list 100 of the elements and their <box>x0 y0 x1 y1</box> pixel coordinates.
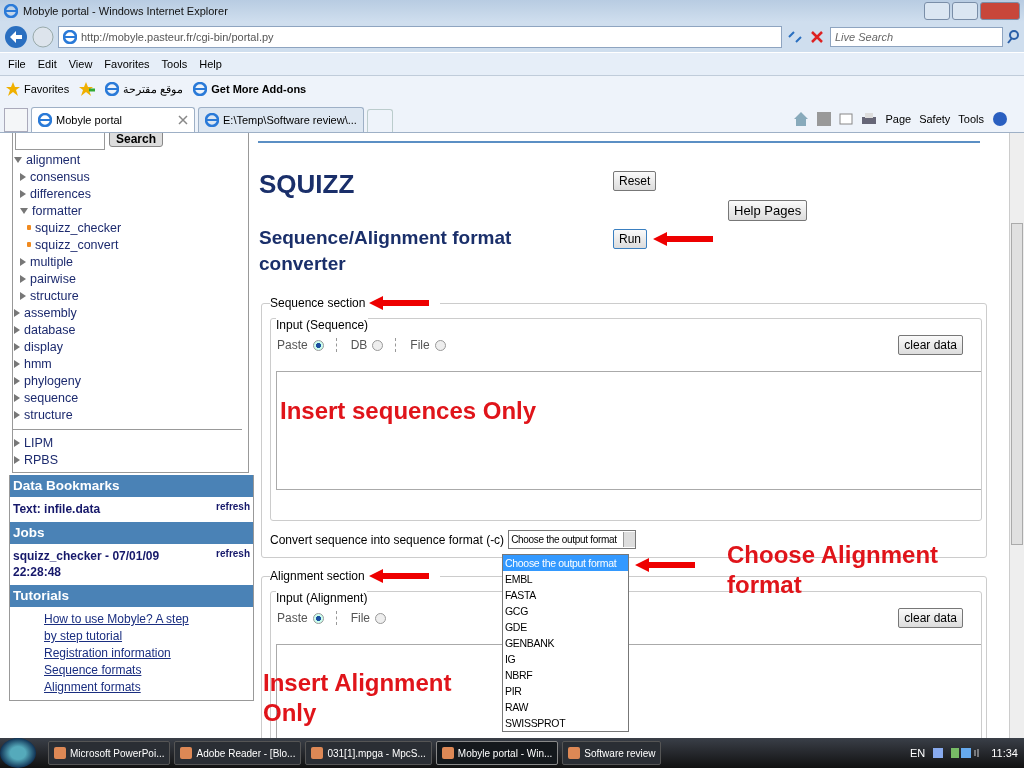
expander-icon[interactable] <box>20 207 28 214</box>
dropdown-option[interactable]: PIR <box>503 683 628 699</box>
expander-icon[interactable] <box>14 376 20 385</box>
radio-button[interactable] <box>372 339 384 351</box>
browser-tab[interactable]: Mobyle portal <box>31 107 195 132</box>
app-icon[interactable] <box>441 747 454 759</box>
favorites-button[interactable]: Favorites <box>6 82 70 96</box>
taskbar-button[interactable]: Mobyle portal - Win... <box>435 741 559 765</box>
tree-item[interactable]: alignment <box>26 152 81 167</box>
expander-icon[interactable] <box>20 189 26 198</box>
expander-icon[interactable] <box>14 359 20 368</box>
tutorial-link[interactable]: Alignment formats <box>44 679 204 696</box>
tree-item[interactable]: assembly <box>24 305 77 320</box>
tree-item[interactable]: pairwise <box>30 271 76 286</box>
radio-button[interactable] <box>312 612 324 624</box>
browser-icon[interactable] <box>4 4 18 18</box>
add-favorite-icon[interactable] <box>79 82 96 96</box>
tree-item[interactable]: display <box>24 339 63 354</box>
dropdown-option[interactable]: FASTA <box>503 587 628 603</box>
dropdown-option[interactable]: SWISSPROT <box>503 715 628 731</box>
expander-icon[interactable] <box>14 410 20 419</box>
expander-icon[interactable] <box>20 257 26 266</box>
radio-button[interactable] <box>312 339 324 351</box>
favorites-link[interactable]: موقع مقترحة <box>105 82 184 96</box>
arrow-icon[interactable] <box>369 296 430 310</box>
restore-button[interactable] <box>952 2 978 20</box>
radio-button[interactable] <box>375 612 387 624</box>
help-icon[interactable] <box>992 111 1008 127</box>
expander-icon[interactable] <box>14 455 20 464</box>
refresh-link[interactable]: refresh <box>216 501 250 512</box>
expander-icon[interactable] <box>14 342 20 351</box>
search-icon[interactable] <box>1006 30 1020 44</box>
dropdown-option[interactable]: NBRF <box>503 667 628 683</box>
language-indicator[interactable]: EN <box>910 747 926 759</box>
tutorial-link[interactable]: Sequence formats <box>44 662 204 679</box>
expander-icon[interactable] <box>20 274 26 283</box>
dropdown-option[interactable]: IG <box>503 651 628 667</box>
printer-icon[interactable] <box>861 112 878 126</box>
menu-item[interactable]: View <box>68 58 93 70</box>
app-icon[interactable] <box>54 747 66 759</box>
taskbar-button[interactable]: Adobe Reader - [Blo... <box>174 741 302 765</box>
favorites-link[interactable]: Get More Add-ons <box>193 82 307 96</box>
arrow-icon[interactable] <box>635 558 695 572</box>
expander-icon[interactable] <box>14 325 20 334</box>
tutorial-link[interactable]: Registration information <box>44 645 204 662</box>
arrow-icon[interactable] <box>368 569 429 583</box>
browser-icon[interactable] <box>63 30 77 44</box>
expander-icon[interactable] <box>14 393 20 402</box>
close-icon[interactable] <box>178 115 188 125</box>
tree-item[interactable]: database <box>24 322 76 337</box>
tree-item[interactable]: structure <box>24 407 73 422</box>
clear-button[interactable]: clear data <box>898 608 963 628</box>
menu-item[interactable]: Edit <box>37 58 57 70</box>
radio-button[interactable] <box>434 339 446 351</box>
expander-icon[interactable] <box>20 291 26 300</box>
browser-icon[interactable] <box>193 82 208 96</box>
dropdown-option[interactable]: EMBL <box>503 571 628 587</box>
tree-item[interactable]: multiple <box>30 254 74 269</box>
format-select[interactable]: Choose the output format <box>508 530 637 549</box>
help-button[interactable]: Help Pages <box>728 200 808 221</box>
app-icon[interactable] <box>568 747 581 759</box>
app-icon[interactable] <box>180 747 193 759</box>
back-button[interactable] <box>4 25 28 49</box>
search-field[interactable]: Live Search <box>830 27 1003 47</box>
browser-icon[interactable] <box>105 82 120 96</box>
dropdown-option[interactable]: GENBANK <box>503 635 628 651</box>
menu-item[interactable]: Help <box>199 58 222 70</box>
search-button[interactable]: Search <box>109 133 164 147</box>
tree-item[interactable]: phylogeny <box>24 373 81 388</box>
text-area[interactable] <box>276 371 981 490</box>
clear-button[interactable]: clear data <box>898 335 963 355</box>
tutorial-link[interactable]: How to use Mobyle? A step by step tutorial <box>44 611 204 645</box>
clock[interactable]: 11:34 <box>991 747 1018 759</box>
tree-item[interactable]: squizz_checker <box>35 220 122 235</box>
tree-item[interactable]: hmm <box>24 356 52 371</box>
command-menu[interactable]: Page <box>885 113 912 125</box>
menu-item[interactable]: Tools <box>161 58 188 70</box>
command-menu[interactable]: Tools <box>958 113 984 125</box>
tree-item[interactable]: structure <box>30 288 79 303</box>
expander-icon[interactable] <box>14 156 22 163</box>
star-icon[interactable] <box>6 82 20 96</box>
tree-item[interactable]: differences <box>30 186 91 201</box>
bookmark-link[interactable]: Text: infile.data <box>13 501 173 517</box>
browser-tab[interactable]: E:\Temp\Software review\... <box>198 107 364 132</box>
refresh-link[interactable]: refresh <box>216 548 250 559</box>
taskbar-button[interactable]: Software review <box>562 741 662 765</box>
command-menu[interactable]: Safety <box>919 113 951 125</box>
menu-item[interactable]: File <box>8 58 26 70</box>
browser-icon[interactable] <box>205 113 219 127</box>
scrollbar[interactable] <box>1009 133 1024 738</box>
tree-item[interactable]: RPBS <box>24 452 59 467</box>
taskbar-button[interactable]: 031[1].mpga - MpcS... <box>305 741 432 765</box>
expander-icon[interactable] <box>20 172 26 181</box>
tree-item[interactable]: formatter <box>32 203 82 218</box>
app-icon[interactable] <box>311 747 324 759</box>
browser-icon[interactable] <box>38 113 52 127</box>
dropdown-option[interactable]: RAW <box>503 699 628 715</box>
bookmark-link[interactable]: squizz_checker - 07/01/09 22:28:48 <box>13 548 173 580</box>
menu-item[interactable]: Favorites <box>104 58 150 70</box>
dropdown-option[interactable]: GDE <box>503 619 628 635</box>
